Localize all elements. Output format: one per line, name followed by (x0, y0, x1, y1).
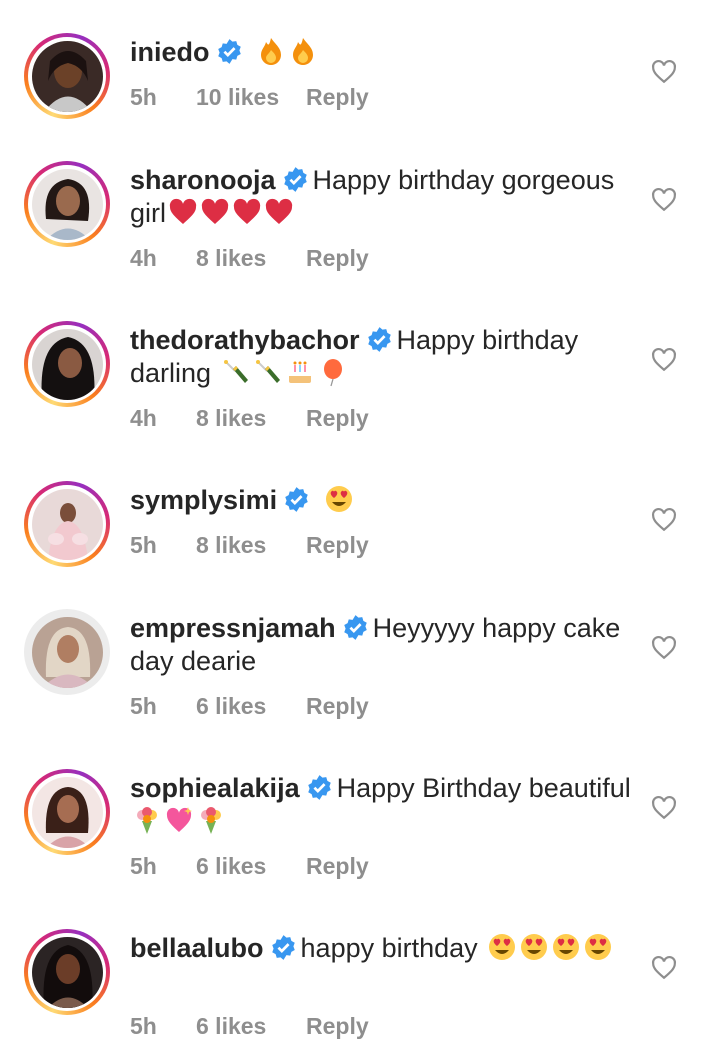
reply-button[interactable]: Reply (306, 245, 369, 272)
reply-button[interactable]: Reply (306, 532, 369, 559)
comment-time: 5h (130, 1013, 157, 1039)
avatar[interactable] (31, 40, 103, 112)
red-heart-emoji-icon (265, 198, 293, 224)
comment-time: 4h (130, 405, 157, 431)
comment-meta: 4h 8 likes Reply (130, 245, 369, 272)
comment-likes[interactable]: 6 likes (196, 693, 306, 720)
avatar[interactable] (31, 776, 103, 848)
comment-meta: 5h 6 likes Reply (130, 693, 369, 720)
heart-outline-icon[interactable] (651, 795, 677, 821)
comment-username[interactable]: sophiealakija (130, 773, 300, 803)
reply-button[interactable]: Reply (306, 693, 369, 720)
comment-meta: 5h 8 likes Reply (130, 532, 369, 559)
avatar[interactable] (31, 936, 103, 1008)
sparkling-heart-emoji-icon (166, 807, 192, 832)
red-heart-emoji-icon (169, 198, 197, 224)
red-heart-emoji-icon (233, 198, 261, 224)
comment-time: 5h (130, 84, 157, 110)
champagne-emoji-icon (223, 360, 248, 383)
red-heart-emoji-icon (201, 198, 229, 224)
comment-likes[interactable]: 8 likes (196, 532, 306, 559)
bouquet-emoji-icon (201, 807, 221, 834)
avatar[interactable] (31, 168, 103, 240)
avatar[interactable] (31, 616, 103, 688)
comment-username[interactable]: sharonooja (130, 165, 276, 195)
heart-outline-icon[interactable] (651, 635, 677, 661)
verified-badge-icon (283, 167, 307, 192)
verified-badge-icon (343, 615, 367, 640)
avatar-story-ring[interactable] (24, 33, 110, 119)
comment-meta: 5h 6 likes Reply (130, 1013, 369, 1040)
avatar-story-ring[interactable] (24, 161, 110, 247)
comment-time: 5h (130, 853, 157, 879)
comment-text: empressnjamah Heyyyyy happy cake day dear… (130, 612, 640, 678)
comment-likes[interactable]: 6 likes (196, 853, 306, 880)
comment-text: sophiealakija Happy Birthday beautiful (130, 772, 640, 838)
balloon-emoji-icon (323, 359, 342, 387)
verified-badge-icon (271, 935, 295, 960)
reply-button[interactable]: Reply (306, 1013, 369, 1040)
comment-time: 5h (130, 532, 157, 558)
comment-text: symplysimi (130, 484, 640, 517)
birthday-cake-emoji-icon (288, 361, 311, 383)
comment-text: bellaalubo happy birthday (130, 932, 640, 965)
bouquet-emoji-icon (137, 807, 157, 834)
comment-text: sharonooja Happy birthday gorgeous girl (130, 164, 640, 230)
verified-badge-icon (285, 487, 308, 512)
comment-likes[interactable]: 8 likes (196, 405, 306, 432)
avatar[interactable] (31, 488, 103, 560)
avatar-story-ring[interactable] (24, 321, 110, 407)
comment-username[interactable]: thedorathybachor (130, 325, 360, 355)
comment-meta: 5h 6 likes Reply (130, 853, 369, 880)
comment-meta: 5h 10 likes Reply (130, 84, 369, 111)
verified-badge-icon (307, 775, 331, 800)
fire-emoji-icon (261, 38, 282, 65)
reply-button[interactable]: Reply (306, 853, 369, 880)
avatar[interactable] (31, 328, 103, 400)
verified-badge-icon (217, 39, 241, 64)
avatar-frame[interactable] (24, 609, 110, 695)
comment-username[interactable]: iniedo (130, 37, 210, 67)
comment-meta: 4h 8 likes Reply (130, 405, 369, 432)
heart-outline-icon[interactable] (651, 347, 677, 373)
reply-button[interactable]: Reply (306, 405, 369, 432)
verified-badge-icon (367, 327, 391, 352)
heart-eyes-emoji-icon (585, 934, 612, 960)
comment-time: 4h (130, 245, 157, 271)
heart-outline-icon[interactable] (651, 955, 677, 981)
comment-likes[interactable]: 8 likes (196, 245, 306, 272)
avatar-story-ring[interactable] (24, 929, 110, 1015)
comment-text: thedorathybachor Happy birthday darling (130, 324, 640, 390)
heart-outline-icon[interactable] (651, 59, 677, 85)
comment-username[interactable]: symplysimi (130, 485, 277, 515)
heart-outline-icon[interactable] (651, 187, 677, 213)
comment-username[interactable]: bellaalubo (130, 933, 264, 963)
comment-likes[interactable]: 10 likes (196, 84, 306, 111)
heart-eyes-emoji-icon (521, 934, 548, 960)
avatar-story-ring[interactable] (24, 481, 110, 567)
comment-time: 5h (130, 693, 157, 719)
comment-list: iniedo 5h 10 likes Reply sharonooja Happy… (0, 0, 720, 1046)
comment-text: iniedo (130, 36, 640, 69)
heart-eyes-emoji-icon (325, 486, 352, 512)
heart-eyes-emoji-icon (553, 934, 580, 960)
comment-body: happy birthday (300, 933, 478, 963)
avatar-story-ring[interactable] (24, 769, 110, 855)
heart-eyes-emoji-icon (489, 934, 516, 960)
comment-body: Happy Birthday beautiful (336, 773, 631, 803)
heart-outline-icon[interactable] (651, 507, 677, 533)
fire-emoji-icon (293, 38, 314, 65)
comment-likes[interactable]: 6 likes (196, 1013, 306, 1040)
comment-username[interactable]: empressnjamah (130, 613, 336, 643)
champagne-emoji-icon (255, 360, 280, 383)
reply-button[interactable]: Reply (306, 84, 369, 111)
